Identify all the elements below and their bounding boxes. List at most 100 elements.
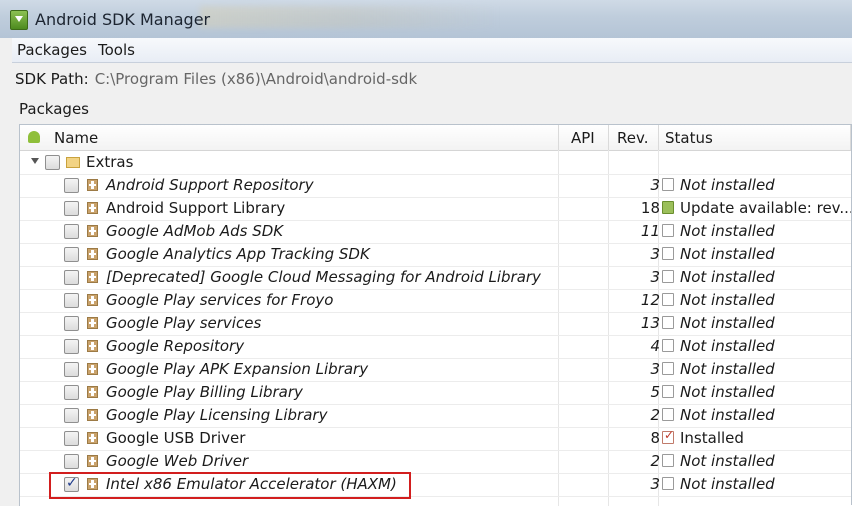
package-status: Update available: rev... [680,199,852,217]
package-status: Not installed [680,268,775,286]
package-checkbox[interactable] [64,408,79,423]
table-row[interactable]: Google AdMob Ads SDK 11 Not installed [20,220,852,244]
menu-tools[interactable]: Tools [98,41,135,59]
package-status: Not installed [680,245,775,263]
table-row[interactable]: Google USB Driver 8 Installed [20,427,852,451]
packages-section-label: Packages [19,100,89,118]
package-name: Google Play APK Expansion Library [106,360,369,378]
package-checkbox[interactable] [64,339,79,354]
package-checkbox[interactable] [64,431,79,446]
package-name: Google Play Billing Library [106,383,303,401]
package-icon [87,386,98,398]
installed-check-icon [662,428,674,444]
package-name: Android Support Library [106,199,286,217]
package-checkbox[interactable] [64,178,79,193]
package-checkbox[interactable] [64,270,79,285]
empty-box-icon [662,408,674,421]
menu-bar: Packages Tools [12,38,852,63]
expand-triangle-icon[interactable] [31,158,39,164]
android-sdk-download-icon [10,10,28,30]
package-status: Not installed [680,360,775,378]
package-rev: 3 [650,245,660,263]
package-status: Not installed [680,452,775,470]
package-status: Not installed [680,176,775,194]
column-header-rev[interactable]: Rev. [617,129,648,147]
table-row[interactable]: Google Play services for Froyo 12 Not inst… [20,289,852,313]
empty-box-icon [662,339,674,352]
package-status: Not installed [680,314,775,332]
package-icon [87,455,98,467]
table-row[interactable]: Google Analytics App Tracking SDK 3 Not in… [20,243,852,267]
column-header-status[interactable]: Status [665,129,713,147]
header-divider [608,125,609,150]
package-checkbox[interactable] [64,316,79,331]
package-checkbox[interactable] [64,454,79,469]
package-icon [87,432,98,444]
package-checkbox[interactable] [64,362,79,377]
package-name: Android Support Repository [106,176,314,194]
package-name: Google Web Driver [106,452,249,470]
packages-tree[interactable]: Name API Rev. Status Extras Android Supp… [19,124,852,506]
header-divider [658,125,659,150]
menu-packages[interactable]: Packages [17,41,87,59]
group-label: Extras [86,153,134,171]
column-header-api[interactable]: API [571,129,595,147]
package-name: Google Repository [106,337,245,355]
package-rev: 5 [650,383,660,401]
package-name: Google Play services [106,314,262,332]
package-checkbox[interactable] [64,201,79,216]
table-row[interactable]: Google Play Billing Library 5 Not installe… [20,381,852,405]
package-rev: 3 [650,475,660,493]
package-icon [87,202,98,214]
package-checkbox[interactable] [64,385,79,400]
package-rev: 18 [640,199,660,217]
package-status: Not installed [680,337,775,355]
package-rev: 13 [640,314,660,332]
column-header-name[interactable]: Name [54,129,98,147]
package-status: Not installed [680,406,775,424]
package-rev: 11 [640,222,660,240]
table-row[interactable]: Google Play APK Expansion Library 3 Not in… [20,358,852,382]
package-name: Google Play services for Froyo [106,291,334,309]
package-icon [87,363,98,375]
table-row[interactable]: Google Repository 4 Not installed [20,335,852,359]
window-title: Android SDK Manager [35,10,211,29]
package-status: Not installed [680,383,775,401]
update-package-icon [662,201,674,214]
package-icon [87,317,98,329]
empty-box-icon [662,178,674,191]
highlight-box [49,472,411,499]
empty-box-icon [662,362,674,375]
package-rev: 12 [640,291,660,309]
package-status: Not installed [680,291,775,309]
package-checkbox[interactable] [64,224,79,239]
package-rev: 4 [650,337,660,355]
package-icon [87,294,98,306]
package-checkbox[interactable] [64,293,79,308]
package-rev: 3 [650,268,660,286]
group-checkbox[interactable] [45,155,60,170]
table-row[interactable]: Google Play Licensing Library 2 Not instal… [20,404,852,428]
package-rev: 8 [650,429,660,447]
blurred-background [200,6,500,28]
package-icon [87,248,98,260]
table-row[interactable]: Android Support Library 18 Update availabl… [20,197,852,221]
package-status: Not installed [680,475,775,493]
package-name: Google Play Licensing Library [106,406,328,424]
table-row[interactable]: Google Play services 13 Not installed [20,312,852,336]
package-checkbox[interactable] [64,247,79,262]
folder-icon [66,157,80,168]
empty-box-icon [662,224,674,237]
package-name: Google Analytics App Tracking SDK [106,245,370,263]
package-rev: 2 [650,452,660,470]
package-status: Installed [680,429,744,447]
group-row-extras[interactable]: Extras [20,151,852,175]
sdk-path-label: SDK Path: [15,70,89,88]
sdk-path-value: C:\Program Files (x86)\Android\android-s… [94,70,418,88]
table-row[interactable]: [Deprecated] Google Cloud Messaging for … [20,266,852,290]
empty-box-icon [662,316,674,329]
sdk-path: SDK Path: C:\Program Files (x86)\Android\… [15,70,417,88]
table-row[interactable]: Google Web Driver 2 Not installed [20,450,852,474]
package-name: Google AdMob Ads SDK [106,222,284,240]
table-row[interactable]: Android Support Repository 3 Not installed [20,174,852,198]
